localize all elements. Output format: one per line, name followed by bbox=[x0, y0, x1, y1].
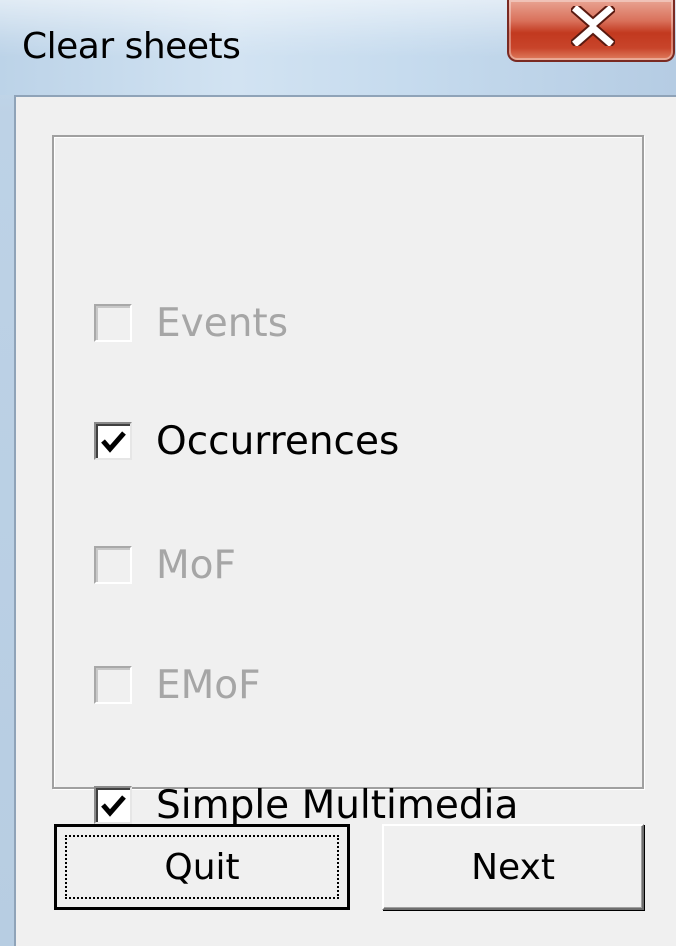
dialog-window: Clear sheets Events Occurrences MoF EMoF… bbox=[0, 0, 676, 946]
checkbox-mof[interactable]: MoF bbox=[94, 535, 236, 595]
next-button[interactable]: Next bbox=[382, 824, 644, 910]
checkbox-label: Simple Multimedia bbox=[156, 782, 519, 828]
checkbox-box[interactable] bbox=[94, 422, 132, 460]
quit-button[interactable]: Quit bbox=[54, 824, 350, 910]
checkbox-occurrences[interactable]: Occurrences bbox=[94, 411, 399, 471]
title-bar[interactable]: Clear sheets bbox=[0, 0, 676, 95]
checkbox-label: MoF bbox=[156, 542, 236, 588]
check-mark-icon bbox=[101, 795, 126, 817]
checkbox-box[interactable] bbox=[94, 546, 132, 584]
checkbox-box[interactable] bbox=[94, 666, 132, 704]
focus-rectangle bbox=[65, 835, 339, 899]
next-button-label: Next bbox=[471, 846, 555, 888]
checkbox-label: EMoF bbox=[156, 662, 261, 708]
window-title: Clear sheets bbox=[22, 26, 241, 67]
checkbox-emof[interactable]: EMoF bbox=[94, 655, 261, 715]
check-mark-icon bbox=[101, 431, 126, 453]
close-button[interactable] bbox=[507, 0, 675, 62]
close-icon bbox=[571, 6, 615, 46]
checkbox-label: Occurrences bbox=[156, 418, 400, 464]
checkbox-events[interactable]: Events bbox=[94, 293, 288, 353]
checkbox-box[interactable] bbox=[94, 304, 132, 342]
sheets-group-frame: Events Occurrences MoF EMoF Simple Multi… bbox=[52, 135, 644, 828]
checkbox-label: Events bbox=[156, 300, 289, 346]
dialog-client-area: Events Occurrences MoF EMoF Simple Multi… bbox=[14, 95, 676, 946]
checkbox-box[interactable] bbox=[94, 786, 132, 824]
